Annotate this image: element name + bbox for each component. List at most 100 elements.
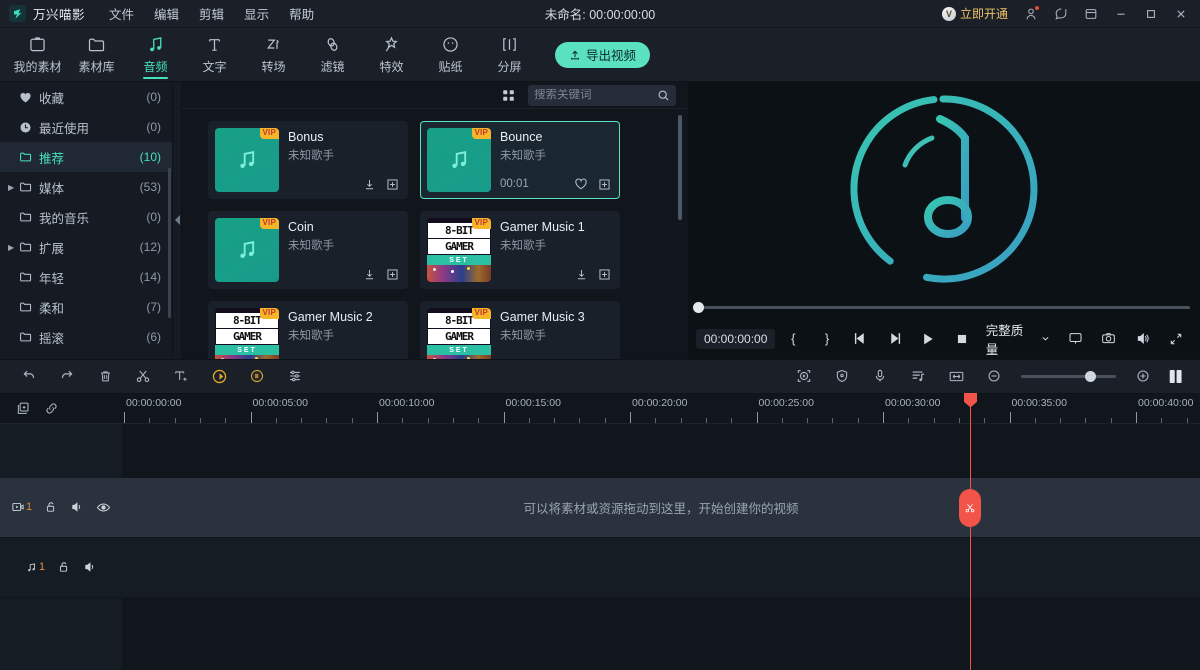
cards-scrollbar[interactable]	[678, 115, 682, 220]
menu-clip[interactable]: 剪辑	[189, 0, 234, 27]
mute-icon[interactable]	[83, 560, 97, 574]
tab-sticker[interactable]: 贴纸	[421, 29, 480, 81]
export-video-button[interactable]: 导出视频	[555, 42, 650, 68]
preview-stage[interactable]	[688, 82, 1200, 297]
snapshot-icon[interactable]	[1093, 325, 1125, 353]
download-icon[interactable]	[363, 268, 376, 281]
close-icon[interactable]	[1166, 1, 1196, 27]
add-text-icon[interactable]	[162, 361, 200, 391]
sidebar-item-my-music[interactable]: 我的音乐 (0)	[0, 202, 172, 232]
sidebar-item-recent[interactable]: 最近使用 (0)	[0, 112, 172, 142]
tab-effects[interactable]: 特效	[362, 29, 421, 81]
next-frame-icon[interactable]	[879, 325, 911, 353]
preview-scrubber[interactable]	[688, 297, 1200, 319]
color-icon[interactable]	[238, 361, 276, 391]
chevron-right-icon[interactable]: ▶	[8, 243, 19, 252]
marker-icon[interactable]	[1162, 361, 1190, 391]
unlock-icon[interactable]	[44, 500, 58, 514]
scrubber-knob[interactable]	[693, 302, 704, 313]
sidebar-item-young[interactable]: 年轻 (14)	[0, 262, 172, 292]
menu-edit[interactable]: 编辑	[144, 0, 189, 27]
search-box[interactable]	[528, 85, 676, 106]
tab-my-media[interactable]: 我的素材	[8, 29, 67, 81]
timeline-ruler[interactable]: 00:00:00:0000:00:05:0000:00:10:0000:00:1…	[122, 394, 1200, 423]
layout-icon[interactable]	[1076, 1, 1106, 27]
sidebar-collapse-handle[interactable]	[173, 82, 182, 359]
fullscreen-icon[interactable]	[1160, 325, 1192, 353]
sidebar-item-extensions[interactable]: ▶ 扩展 (12)	[0, 232, 172, 262]
quality-selector[interactable]: 完整质量	[980, 320, 1057, 358]
zoom-in-icon[interactable]	[1124, 361, 1162, 391]
audio-card-bounce[interactable]: VIP Bounce 未知歌手 00:01	[420, 121, 620, 199]
sidebar-item-rock[interactable]: 摇滚 (6)	[0, 322, 172, 352]
volume-icon[interactable]	[1127, 325, 1159, 353]
menu-help[interactable]: 帮助	[279, 0, 324, 27]
video-track-body[interactable]: 可以将素材或资源拖动到这里，开始创建你的视频	[122, 478, 1200, 537]
add-track-icon[interactable]	[12, 397, 34, 419]
tab-filter[interactable]: 滤镜	[303, 29, 362, 81]
search-input[interactable]	[534, 89, 653, 101]
eye-icon[interactable]	[96, 500, 111, 515]
menu-view[interactable]: 显示	[234, 0, 279, 27]
add-icon[interactable]	[386, 178, 399, 191]
feedback-icon[interactable]	[1046, 1, 1076, 27]
fit-timeline-icon[interactable]	[937, 361, 975, 391]
tab-audio[interactable]: 音频	[126, 29, 185, 81]
upgrade-vip-button[interactable]: V 立即开通	[934, 3, 1016, 24]
undo-icon[interactable]	[10, 361, 48, 391]
play-icon[interactable]	[912, 325, 944, 353]
redo-icon[interactable]	[48, 361, 86, 391]
timeline-empty-body[interactable]	[122, 598, 1200, 670]
voiceover-mic-icon[interactable]	[861, 361, 899, 391]
tab-transition[interactable]: 转场	[244, 29, 303, 81]
split-scissors-icon[interactable]	[124, 361, 162, 391]
search-icon[interactable]	[657, 89, 670, 102]
audio-card-gamer-music-2[interactable]: 8-BIT GAMER SET VIP Gamer Music 2 未知歌手	[208, 301, 408, 359]
render-preview-icon[interactable]	[785, 361, 823, 391]
sidebar-item-soft[interactable]: 柔和 (7)	[0, 292, 172, 322]
adjust-icon[interactable]	[276, 361, 314, 391]
tab-text[interactable]: 文字	[185, 29, 244, 81]
unlock-icon[interactable]	[57, 560, 71, 574]
grid-view-icon[interactable]	[498, 85, 518, 105]
cards-scroll-area[interactable]: VIP Bonus 未知歌手	[182, 109, 688, 359]
favorite-icon[interactable]	[574, 177, 588, 191]
download-icon[interactable]	[575, 268, 588, 281]
audio-card-coin[interactable]: VIP Coin 未知歌手	[208, 211, 408, 289]
timeline-zoom-slider[interactable]	[1021, 375, 1116, 378]
audio-card-gamer-music-3[interactable]: 8-BIT GAMER SET VIP Gamer Music 3 未知歌手	[420, 301, 620, 359]
sidebar-item-recommended[interactable]: 推荐 (10)	[0, 142, 172, 172]
mute-icon[interactable]	[70, 500, 84, 514]
video-track-icon[interactable]: 1	[11, 500, 32, 514]
audio-track-icon[interactable]: 1	[25, 561, 45, 574]
account-icon[interactable]	[1016, 1, 1046, 27]
scrubber-track[interactable]	[698, 306, 1190, 309]
zoom-out-icon[interactable]	[975, 361, 1013, 391]
tab-library[interactable]: 素材库	[67, 29, 126, 81]
speed-icon[interactable]	[200, 361, 238, 391]
add-icon[interactable]	[386, 268, 399, 281]
audio-card-gamer-music-1[interactable]: 8-BIT GAMER SET VIP Gamer Music 1 未知歌手	[420, 211, 620, 289]
display-icon[interactable]	[1059, 325, 1091, 353]
shield-mask-icon[interactable]	[823, 361, 861, 391]
prev-frame-icon[interactable]	[845, 325, 877, 353]
audio-track-body[interactable]	[122, 538, 1200, 597]
minimize-icon[interactable]	[1106, 1, 1136, 27]
preview-timecode[interactable]: 00:00:00:00	[696, 329, 775, 349]
delete-icon[interactable]	[86, 361, 124, 391]
sidebar-item-favorites[interactable]: 收藏 (0)	[0, 82, 172, 112]
mark-in-button[interactable]: {	[777, 325, 809, 353]
menu-file[interactable]: 文件	[99, 0, 144, 27]
sidebar-scrollbar[interactable]	[168, 168, 171, 318]
add-icon[interactable]	[598, 268, 611, 281]
sidebar-item-media[interactable]: ▶ 媒体 (53)	[0, 172, 172, 202]
download-icon[interactable]	[363, 178, 376, 191]
audio-card-bonus[interactable]: VIP Bonus 未知歌手	[208, 121, 408, 199]
chevron-right-icon[interactable]: ▶	[8, 183, 19, 192]
stop-icon[interactable]	[946, 325, 978, 353]
mark-out-button[interactable]: }	[811, 325, 843, 353]
add-icon[interactable]	[598, 178, 611, 191]
playhead-split-handle[interactable]	[959, 489, 981, 527]
zoom-slider-knob[interactable]	[1085, 371, 1096, 382]
beat-detect-icon[interactable]	[899, 361, 937, 391]
